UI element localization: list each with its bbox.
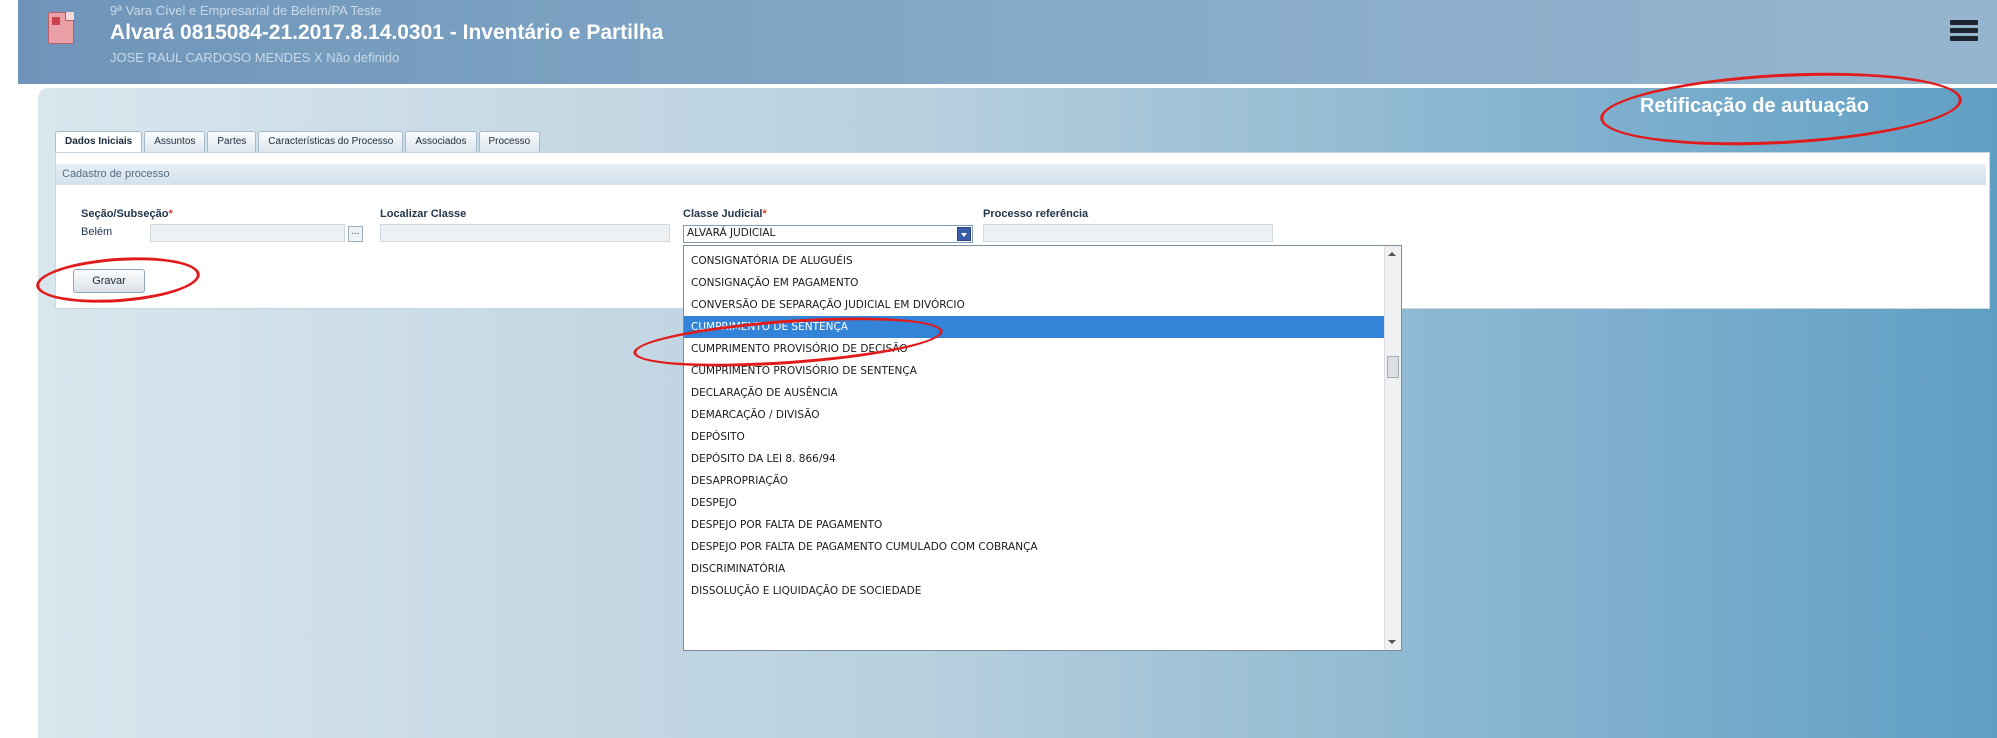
dropdown-option[interactable]: DEPÓSITO — [684, 426, 1384, 448]
localizar-classe-label: Localizar Classe — [380, 208, 467, 220]
secao-value: Belém — [81, 226, 113, 238]
tab-partes[interactable]: Partes — [207, 131, 257, 152]
dropdown-option[interactable]: CUMPRIMENTO PROVISÓRIO DE SENTENÇA — [684, 360, 1384, 382]
save-button[interactable]: Gravar — [73, 269, 145, 293]
process-parties: JOSE RAUL CARDOSO MENDES X Não definido — [110, 50, 400, 65]
dropdown-option[interactable]: DESPEJO — [684, 492, 1384, 514]
dropdown-option[interactable]: DEPÓSITO DA LEI 8. 866/94 — [684, 448, 1384, 470]
required-marker: * — [168, 208, 173, 220]
dropdown-option[interactable]: CONSIGNATÓRIA DE ALUGUÉIS — [684, 250, 1384, 272]
dropdown-option[interactable]: CONVERSÃO DE SEPARAÇÃO JUDICIAL EM DIVÓR… — [684, 294, 1384, 316]
dropdown-option[interactable]: DISSOLUÇÃO E LIQUIDAÇÃO DE SOCIEDADE — [684, 580, 1384, 602]
dropdown-option[interactable]: DISCRIMINATÓRIA — [684, 558, 1384, 580]
processo-referencia-input[interactable] — [983, 224, 1273, 242]
classe-judicial-value: ALVARÁ JUDICIAL — [687, 227, 776, 239]
dropdown-option[interactable]: CONSIGNAÇÃO EM PAGAMENTO — [684, 272, 1384, 294]
dropdown-option[interactable]: DESAPROPRIAÇÃO — [684, 470, 1384, 492]
tab-caracteristicas[interactable]: Características do Processo — [258, 131, 404, 152]
dropdown-option-selected[interactable]: CUMPRIMENTO DE SENTENÇA — [684, 316, 1384, 338]
app-header: 9ª Vara Cível e Empresarial de Belém/PA … — [18, 0, 1997, 84]
tab-bar: Dados Iniciais Assuntos Partes Caracterí… — [55, 131, 541, 152]
dropdown-option[interactable]: DECLARAÇÃO DE AUSÊNCIA — [684, 382, 1384, 404]
dropdown-option[interactable]: DESPEJO POR FALTA DE PAGAMENTO CUMULADO … — [684, 536, 1384, 558]
scroll-down-icon[interactable] — [1388, 640, 1396, 644]
dropdown-option[interactable]: DESPEJO POR FALTA DE PAGAMENTO — [684, 514, 1384, 536]
tab-associados[interactable]: Associados — [405, 131, 477, 152]
scroll-up-icon[interactable] — [1388, 252, 1396, 256]
dropdown-scrollbar[interactable] — [1384, 246, 1401, 650]
processo-referencia-label: Processo referência — [983, 208, 1089, 220]
page-title: Retificação de autuação — [1640, 95, 1869, 117]
document-icon — [48, 12, 74, 44]
tab-assuntos[interactable]: Assuntos — [144, 131, 206, 152]
secao-label: Seção/Subseção* — [81, 208, 173, 220]
secao-lookup-button[interactable]: ... — [348, 226, 363, 242]
required-marker: * — [762, 208, 767, 220]
tab-processo[interactable]: Processo — [478, 131, 541, 152]
classe-dropdown-list: CONSIGNATÓRIA DE ALUGUÉIS CONSIGNAÇÃO EM… — [683, 245, 1402, 651]
tab-dados-iniciais[interactable]: Dados Iniciais — [55, 131, 143, 152]
scroll-thumb[interactable] — [1387, 356, 1399, 378]
court-name: 9ª Vara Cível e Empresarial de Belém/PA … — [110, 3, 382, 18]
menu-icon[interactable] — [1950, 20, 1978, 42]
localizar-classe-input[interactable] — [380, 224, 670, 242]
classe-judicial-select[interactable]: ALVARÁ JUDICIAL — [683, 225, 973, 243]
dropdown-option[interactable]: CUMPRIMENTO PROVISÓRIO DE DECISÃO — [684, 338, 1384, 360]
secao-field[interactable] — [150, 224, 345, 242]
classe-judicial-label: Classe Judicial* — [683, 208, 767, 220]
section-title: Cadastro de processo — [56, 164, 1986, 185]
dropdown-arrow-icon[interactable] — [957, 227, 971, 241]
dropdown-option[interactable]: DEMARCAÇÃO / DIVISÃO — [684, 404, 1384, 426]
process-title: Alvará 0815084-21.2017.8.14.0301 - Inven… — [110, 21, 664, 44]
